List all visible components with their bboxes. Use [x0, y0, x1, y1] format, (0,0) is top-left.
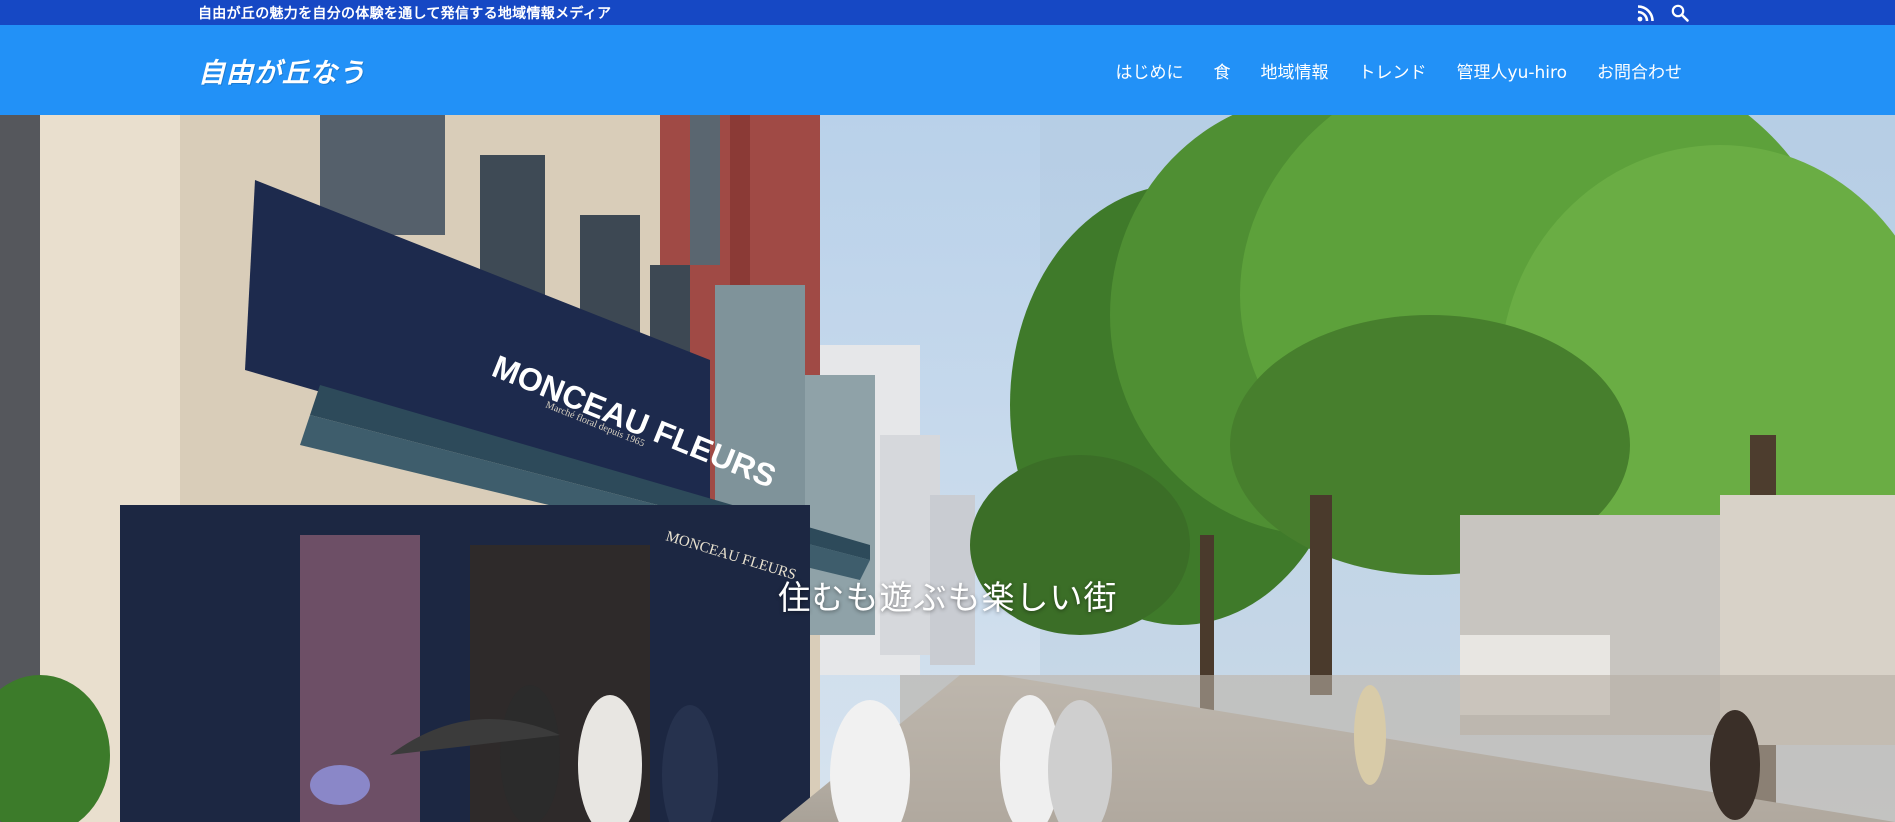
nav-item-trend[interactable]: トレンド: [1359, 58, 1427, 83]
hero-banner: MONCEAU FLEURS Marché floral depuis 1965…: [0, 115, 1895, 822]
top-bar: 自由が丘の魅力を自分の体験を通して発信する地域情報メディア: [0, 0, 1895, 25]
nav-item-intro[interactable]: はじめに: [1116, 58, 1184, 83]
site-logo[interactable]: 自由が丘なう: [198, 51, 366, 90]
search-icon[interactable]: [1670, 3, 1690, 23]
nav-item-local-info[interactable]: 地域情報: [1261, 58, 1329, 83]
site-tagline: 自由が丘の魅力を自分の体験を通して発信する地域情報メディア: [198, 6, 612, 22]
hero-photo: MONCEAU FLEURS Marché floral depuis 1965…: [0, 115, 1895, 822]
top-bar-icons: [1636, 0, 1690, 25]
site-header: 自由が丘なう はじめに 食 地域情報 トレンド 管理人yu-hiro お問合わせ: [0, 25, 1895, 115]
rss-icon[interactable]: [1636, 3, 1656, 23]
hero-caption: 住むも遊ぶも楽しい街: [777, 578, 1118, 617]
main-nav: はじめに 食 地域情報 トレンド 管理人yu-hiro お問合わせ: [1116, 25, 1682, 115]
nav-item-food[interactable]: 食: [1214, 58, 1231, 83]
nav-item-contact[interactable]: お問合わせ: [1597, 58, 1682, 83]
nav-item-admin[interactable]: 管理人yu-hiro: [1457, 58, 1567, 83]
